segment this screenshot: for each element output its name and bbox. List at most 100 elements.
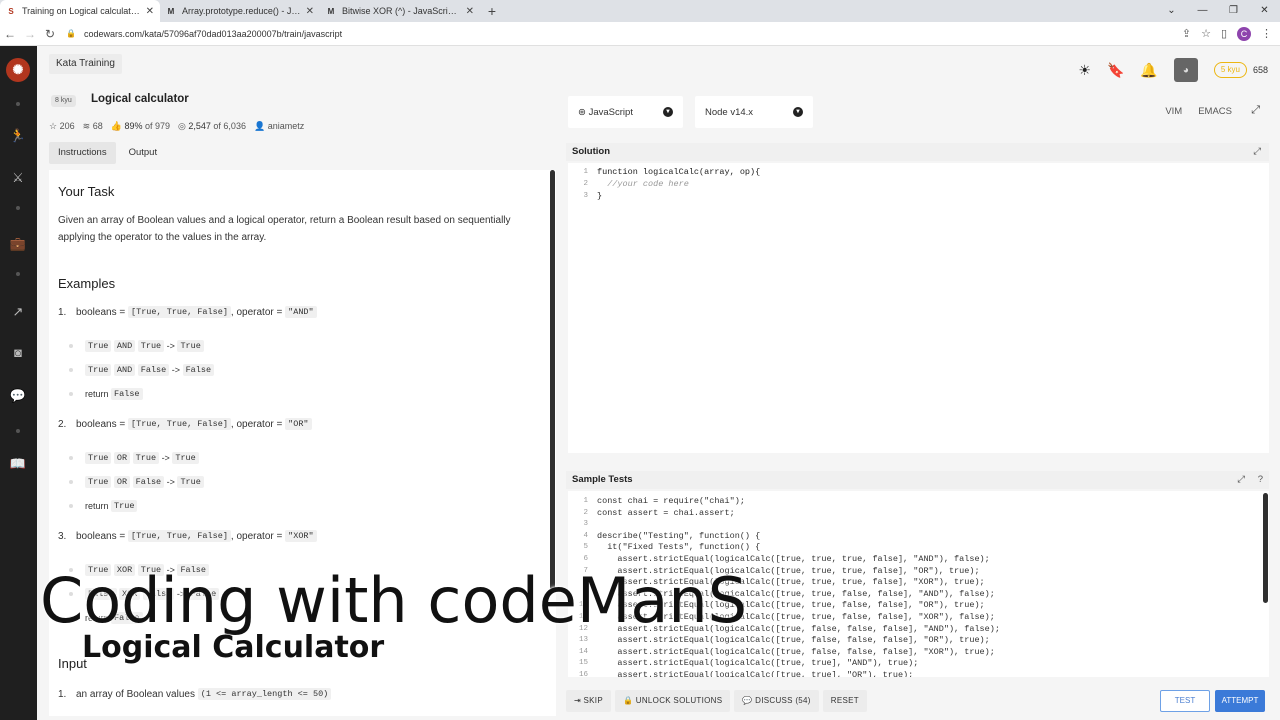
url-text: codewars.com/kata/57096af70dad013aa20000… [83,28,343,39]
expand-icon[interactable]: ⤢ [1253,143,1261,161]
code-line: function logicalCalc(array, op){ [597,167,761,177]
top-right-icons: ☀ 🔖 🔔 ◕ 5 kyu 658 [1078,58,1268,82]
tab-instructions[interactable]: Instructions [49,142,116,164]
code-line: describe("Testing", function() { [597,530,761,541]
codewars-logo-icon[interactable]: ✺ [6,58,30,82]
video-overlay-subtitle: Logical Calculator [82,630,385,665]
code-line: const chai = require("chai"); [597,496,745,506]
thumbs-icon: 👍 [110,121,122,131]
runtime-select[interactable]: Node v14.x ▼ [695,96,813,128]
back-icon[interactable]: ← [0,27,20,41]
code-line: it("Fixed Tests", function() { [597,542,761,553]
sidebar-dot [16,272,20,276]
panel-tabs: Instructions Output [49,142,166,164]
example-1: 1. booleans = [True, True, False], opera… [58,306,317,318]
list-item: True AND True -> True [69,340,204,352]
new-tab-button[interactable]: + [480,0,504,22]
completed-stat: ◎ 2,547 of 6,036 [178,121,246,131]
code-line: const assert = chai.assert; [597,507,735,518]
tab-search-icon[interactable]: ⌄ [1156,0,1187,22]
app-sidebar: ✺ 🏃 ⚔ 💼 ↗ ◙ 💬 📖 [0,46,37,720]
sample-tests-header: Sample Tests ⤢ ? [566,471,1269,489]
close-window-icon[interactable]: ✕ [1249,0,1280,22]
code-line: assert.strictEqual(logicalCalc([true, tr… [597,658,919,669]
close-tab-icon[interactable]: ✕ [146,6,154,17]
sidebar-dot [16,429,20,433]
leaderboard-icon[interactable]: ↗ [8,302,28,322]
bookmark-star-icon[interactable]: ☆ [1201,27,1211,40]
browser-tab-mdn-reduce[interactable]: M Array.prototype.reduce() - JavaSc ✕ [160,0,320,22]
code-line: assert.strictEqual(logicalCalc([true, tr… [597,670,914,677]
list-item: True OR True -> True [69,452,199,464]
browser-tab-bar: S Training on Logical calculator | C ✕ M… [0,0,1280,22]
forward-icon[interactable]: → [20,27,40,41]
discuss-button[interactable]: 💬 DISCUSS (54) [734,690,819,712]
user-avatar[interactable]: ◕ [1173,58,1198,82]
collections-stat[interactable]: ≋ 68 [83,121,103,132]
example-3: 3. booleans = [True, True, False], opera… [58,530,317,542]
skip-button[interactable]: ⇥ SKIP [566,690,611,712]
solution-editor[interactable]: 1 function logicalCalc(array, op){ 2 //yo… [568,163,1269,453]
chevron-down-icon: ▼ [793,107,803,117]
chevron-down-icon: ▼ [663,107,673,117]
expand-icon[interactable]: ⤢ [1237,471,1245,489]
reload-icon[interactable]: ↻ [40,27,60,41]
sidebar-dot [16,102,20,106]
chat-icon[interactable]: 💬 [8,386,28,406]
instructions-scrollbar-thumb[interactable] [550,170,555,590]
examples-heading: Examples [58,276,116,291]
input-item: 1. an array of Boolean values (1 <= arra… [58,688,332,700]
kata-training-label[interactable]: Kata Training [49,54,122,74]
language-select[interactable]: ⊛ JavaScript ▼ [568,96,683,128]
solution-header: Solution ⤢ [566,143,1269,161]
test-button[interactable]: TEST [1160,690,1210,712]
notifications-bell-icon[interactable]: 🔔 [1140,62,1157,79]
list-item: return True [69,500,138,512]
bookmark-icon[interactable]: 🔖 [1107,62,1124,79]
list-item: True OR False -> True [69,476,204,488]
browser-tab-codewars[interactable]: S Training on Logical calculator | C ✕ [0,0,160,22]
side-panel-icon[interactable]: ▯ [1221,27,1227,40]
discord-icon[interactable]: ◙ [8,343,28,363]
satisfaction-stat: 👍 89% of 979 [110,121,170,131]
profile-avatar[interactable]: C [1237,26,1251,41]
briefcase-icon[interactable]: 💼 [8,234,28,254]
mdn-favicon-icon: M [327,6,335,16]
line-number: 6 [583,555,588,563]
browser-tab-mdn-xor[interactable]: M Bitwise XOR (^) - JavaScript | MC ✕ [320,0,480,22]
browser-menu-icon[interactable]: ⋮ [1261,27,1272,40]
close-tab-icon[interactable]: ✕ [306,6,314,17]
reset-button[interactable]: RESET [822,690,867,712]
practice-icon[interactable]: ⚔ [8,168,28,188]
tests-scrollbar-thumb[interactable] [1263,493,1268,603]
author-stat[interactable]: 👤 aniametz [254,121,304,132]
attempt-button[interactable]: ATTEMPT [1215,690,1265,712]
task-text: Given an array of Boolean values and a l… [58,215,511,243]
code-line: } [597,191,603,201]
star-icon: ☆ [49,121,58,131]
user-icon: 👤 [253,121,266,131]
tab-output[interactable]: Output [120,142,167,164]
kata-stats: ☆ 206 ≋ 68 👍 89% of 979 ◎ 2,547 of 6,036… [49,121,304,132]
emacs-mode-button[interactable]: EMACS [1198,106,1232,117]
theme-sun-icon[interactable]: ☀ [1078,62,1091,79]
help-icon[interactable]: ? [1258,471,1263,489]
stack-icon: ≋ [82,121,91,131]
training-icon[interactable]: 🏃 [8,126,28,146]
lock-icon[interactable]: 🔒 [66,29,76,38]
fullscreen-icon[interactable]: ⤢ [1251,104,1260,117]
example-2: 2. booleans = [True, True, False], opera… [58,418,312,430]
url-field[interactable]: 🔒 codewars.com/kata/57096af70dad013aa200… [60,29,1182,39]
share-icon[interactable]: ⇪ [1182,27,1191,40]
line-number: 2 [583,508,588,517]
close-tab-icon[interactable]: ✕ [466,6,474,17]
docs-icon[interactable]: 📖 [8,454,28,474]
kyu-badge: 8 kyu [51,95,76,107]
tab-title: Training on Logical calculator | C [22,6,142,16]
restore-icon[interactable]: ❐ [1218,0,1249,22]
unlock-solutions-button[interactable]: 🔒 UNLOCK SOLUTIONS [614,690,731,712]
stars-stat[interactable]: ☆ 206 [49,121,75,132]
minimize-icon[interactable]: — [1187,0,1218,22]
mdn-favicon-icon: M [167,6,175,16]
vim-mode-button[interactable]: VIM [1165,106,1182,117]
